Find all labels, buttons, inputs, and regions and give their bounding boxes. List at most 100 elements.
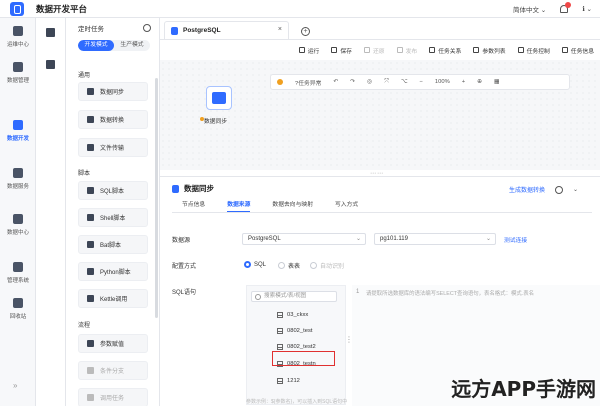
task-error-label[interactable]: ?任务异常 bbox=[295, 78, 321, 87]
folder-icon[interactable] bbox=[46, 60, 55, 69]
nav-item-data-service[interactable]: 数据服务 bbox=[0, 168, 36, 190]
tool-file-transfer[interactable]: 文件传输 bbox=[78, 138, 148, 157]
radio-auto[interactable]: 自动识别 bbox=[310, 261, 344, 270]
tool-bat-script[interactable]: Bat脚本 bbox=[78, 235, 148, 254]
control-icon bbox=[517, 47, 524, 53]
test-connection-link[interactable]: 测试连接 bbox=[504, 235, 527, 244]
table-icon bbox=[277, 344, 283, 350]
tool-param-assign[interactable]: 参数赋值 bbox=[78, 334, 148, 353]
undo-icon[interactable]: ↶ bbox=[333, 79, 338, 85]
sync-icon bbox=[87, 88, 94, 95]
layout-icon[interactable]: ⌥ bbox=[401, 79, 408, 85]
user-menu[interactable]: ℹ ⌄ bbox=[582, 5, 592, 13]
nav-item-ops[interactable]: 运维中心 bbox=[0, 26, 36, 48]
task-list-icon[interactable] bbox=[46, 28, 55, 37]
sub-nav bbox=[36, 18, 66, 406]
flow-canvas[interactable]: ?任务异常 ↶ ↷ ◎ ⤧ ⌥ − 100% + ⊕ ▦ 数据同步 bbox=[160, 60, 600, 170]
task-panel-header: 定时任务 bbox=[66, 18, 159, 38]
datasource-name-select[interactable]: pg101.119 ⌄ bbox=[374, 233, 496, 245]
tab-postgresql[interactable]: PostgreSQL × bbox=[164, 21, 289, 39]
save-icon bbox=[331, 47, 338, 53]
close-icon[interactable]: × bbox=[278, 26, 282, 33]
tool-data-transform[interactable]: 数据转换 bbox=[78, 110, 148, 129]
task-relation-button[interactable]: 任务关系 bbox=[429, 46, 461, 55]
mode-prod[interactable]: 生产模式 bbox=[114, 40, 150, 51]
kettle-icon bbox=[87, 295, 94, 302]
restore-button[interactable]: 还原 bbox=[363, 46, 385, 55]
tab-node-info[interactable]: 节点信息 bbox=[182, 199, 205, 212]
center-icon[interactable]: ⊕ bbox=[477, 79, 482, 85]
flow-node-data-sync[interactable] bbox=[206, 86, 232, 110]
highlight-box bbox=[272, 351, 335, 366]
app-logo bbox=[10, 1, 24, 16]
editor-tabs: PostgreSQL × + bbox=[160, 18, 600, 40]
tool-data-sync[interactable]: 数据同步 bbox=[78, 82, 148, 101]
param-hint: 参数示例：${参数名}，可以插入到SQL语句中 bbox=[246, 399, 348, 405]
task-panel-scrollbar[interactable] bbox=[155, 78, 158, 318]
section-script: 脚本 bbox=[78, 171, 91, 177]
redo-icon[interactable]: ↷ bbox=[350, 79, 355, 85]
tab-write-mode[interactable]: 写入方式 bbox=[335, 199, 358, 212]
run-button[interactable]: 运行 bbox=[298, 46, 319, 55]
help-icon[interactable] bbox=[554, 185, 563, 194]
task-info-button[interactable]: 任务信息 bbox=[561, 46, 594, 55]
canvas-toolbar: ?任务异常 ↶ ↷ ◎ ⤧ ⌥ − 100% + ⊕ ▦ bbox=[270, 74, 570, 90]
nav-item-admin[interactable]: 管理系统 bbox=[0, 262, 36, 284]
publish-button[interactable]: 发布 bbox=[396, 46, 417, 55]
tool-call-task[interactable]: 调用任务 bbox=[78, 388, 148, 406]
radio-sql[interactable]: SQL bbox=[244, 261, 266, 268]
nav-item-data-center[interactable]: 数据中心 bbox=[0, 214, 36, 236]
grid-icon[interactable]: ▦ bbox=[494, 79, 499, 85]
publish-icon bbox=[396, 47, 403, 53]
flow-node-label: 数据同步 bbox=[204, 119, 228, 125]
table-item[interactable]: 03_ckxx bbox=[277, 312, 308, 318]
tab-destination-mapping[interactable]: 数据去向与映射 bbox=[272, 199, 313, 212]
table-icon bbox=[277, 312, 283, 318]
language-selector[interactable]: 简体中文 ⌄ bbox=[513, 4, 546, 14]
table-item[interactable]: 1212 bbox=[277, 378, 300, 384]
gear-icon[interactable] bbox=[143, 24, 151, 32]
target-icon[interactable]: ◎ bbox=[367, 79, 372, 85]
nav-item-data-dev[interactable]: 数据开发 bbox=[0, 120, 36, 142]
radio-table[interactable]: 表表 bbox=[278, 261, 300, 270]
param-list-button[interactable]: 参数列表 bbox=[473, 46, 506, 55]
list-icon bbox=[473, 47, 480, 53]
fit-icon[interactable]: ⤧ bbox=[384, 79, 389, 86]
zoom-out-button[interactable]: − bbox=[420, 79, 423, 85]
mode-dev[interactable]: 开发模式 bbox=[78, 40, 114, 51]
config-mode-label: 配置方式 bbox=[172, 264, 197, 270]
save-button[interactable]: 保存 bbox=[331, 46, 352, 55]
tool-condition-branch[interactable]: 条件分支 bbox=[78, 361, 148, 380]
datasource-type-select[interactable]: PostgreSQL ⌄ bbox=[242, 233, 366, 245]
add-tab-icon[interactable]: + bbox=[301, 27, 310, 36]
nav-item-recycle[interactable]: 回收站 bbox=[0, 298, 36, 320]
table-search-input[interactable]: 搜索模式/表/视图 bbox=[251, 291, 337, 302]
tool-python-script[interactable]: Python脚本 bbox=[78, 262, 148, 281]
nav-item-data-mgmt[interactable]: 数据管理 bbox=[0, 62, 36, 84]
database-icon bbox=[13, 62, 23, 72]
watermark: 远方APP手游网 bbox=[451, 377, 596, 401]
sql-label: SQL语句 bbox=[172, 290, 197, 296]
shell-icon bbox=[87, 214, 94, 221]
develop-icon bbox=[13, 120, 23, 130]
info-icon bbox=[561, 47, 568, 53]
tool-kettle-call[interactable]: Kettle调用 bbox=[78, 289, 148, 308]
table-icon bbox=[277, 378, 283, 384]
warning-icon bbox=[277, 79, 283, 85]
chevron-down-icon: ⌄ bbox=[485, 236, 491, 242]
chevron-down-icon: ⌄ bbox=[355, 236, 361, 242]
zoom-in-button[interactable]: + bbox=[462, 79, 465, 85]
table-item[interactable]: 0802_test bbox=[277, 328, 312, 334]
table-item[interactable]: 0802_test2 bbox=[277, 344, 316, 350]
section-flow: 流程 bbox=[78, 323, 91, 329]
play-icon bbox=[298, 47, 305, 53]
chevron-down-icon[interactable]: ⌄ bbox=[573, 186, 578, 193]
bell-icon[interactable] bbox=[560, 2, 572, 13]
task-control-button[interactable]: 任务控制 bbox=[517, 46, 550, 55]
collapse-nav-icon[interactable]: » bbox=[13, 381, 17, 390]
tool-sql-script[interactable]: SQL脚本 bbox=[78, 181, 148, 200]
generate-transform-link[interactable]: 生成数据转换 bbox=[509, 185, 545, 194]
tab-data-source[interactable]: 数据来源 bbox=[227, 199, 251, 212]
tool-shell-script[interactable]: Shell脚本 bbox=[78, 208, 148, 227]
left-nav: 运维中心 数据管理 数据开发 数据服务 数据中心 管理系统 回收站 » bbox=[0, 18, 36, 406]
